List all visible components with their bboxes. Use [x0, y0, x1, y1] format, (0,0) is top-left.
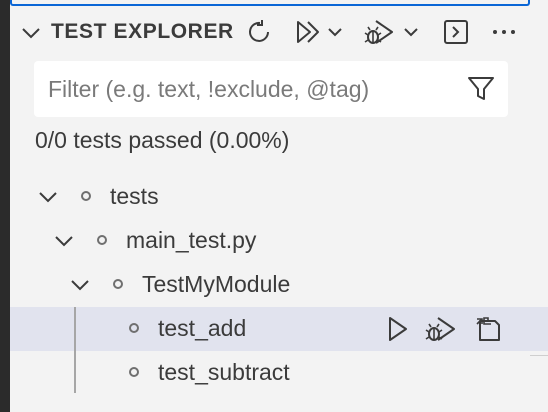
- test-explorer-header[interactable]: TEST EXPLORER: [10, 12, 548, 52]
- test-status-icon: [97, 235, 107, 245]
- window-edge: [0, 0, 10, 412]
- tree-item-tests[interactable]: tests: [10, 175, 548, 219]
- chevron-down-icon[interactable]: [400, 18, 422, 46]
- chevron-down-icon[interactable]: [69, 274, 91, 296]
- run-test-icon[interactable]: [384, 315, 412, 343]
- test-status-icon: [129, 367, 139, 377]
- tree-item-test-subtract[interactable]: test_subtract: [10, 351, 548, 395]
- test-status-summary: 0/0 tests passed (0.00%): [35, 127, 290, 153]
- tree-item-testmymodule[interactable]: TestMyModule: [10, 263, 548, 307]
- indent-guide: [74, 307, 76, 393]
- tree-item-label: test_subtract: [158, 359, 290, 385]
- chevron-down-icon[interactable]: [20, 22, 42, 44]
- test-status-icon: [81, 191, 91, 201]
- chevron-down-icon[interactable]: [53, 230, 75, 252]
- chevron-down-icon[interactable]: [324, 18, 346, 46]
- filter-icon[interactable]: [466, 74, 496, 104]
- more-icon[interactable]: [490, 18, 518, 46]
- refresh-icon[interactable]: [246, 18, 274, 46]
- run-tests-icon[interactable]: [294, 18, 322, 46]
- filter-input[interactable]: [48, 75, 458, 103]
- debug-tests-icon[interactable]: [364, 18, 396, 46]
- terminal-icon[interactable]: [442, 18, 470, 46]
- tree-item-test-add[interactable]: test_add: [10, 307, 548, 351]
- chevron-down-icon[interactable]: [37, 186, 59, 208]
- tree-item-main-test-py[interactable]: main_test.py: [10, 219, 548, 263]
- test-status-icon: [113, 279, 123, 289]
- panel-title: TEST EXPLORER: [51, 20, 234, 43]
- tree-item-label: tests: [110, 183, 159, 209]
- tree-item-label: test_add: [158, 315, 247, 341]
- go-to-test-icon[interactable]: [474, 315, 502, 343]
- debug-test-icon[interactable]: [424, 315, 458, 343]
- test-status-icon: [129, 323, 139, 333]
- filter-box: [34, 61, 508, 117]
- tree-item-label: TestMyModule: [142, 271, 291, 297]
- focus-border: [10, 0, 530, 6]
- tree-item-label: main_test.py: [126, 227, 257, 253]
